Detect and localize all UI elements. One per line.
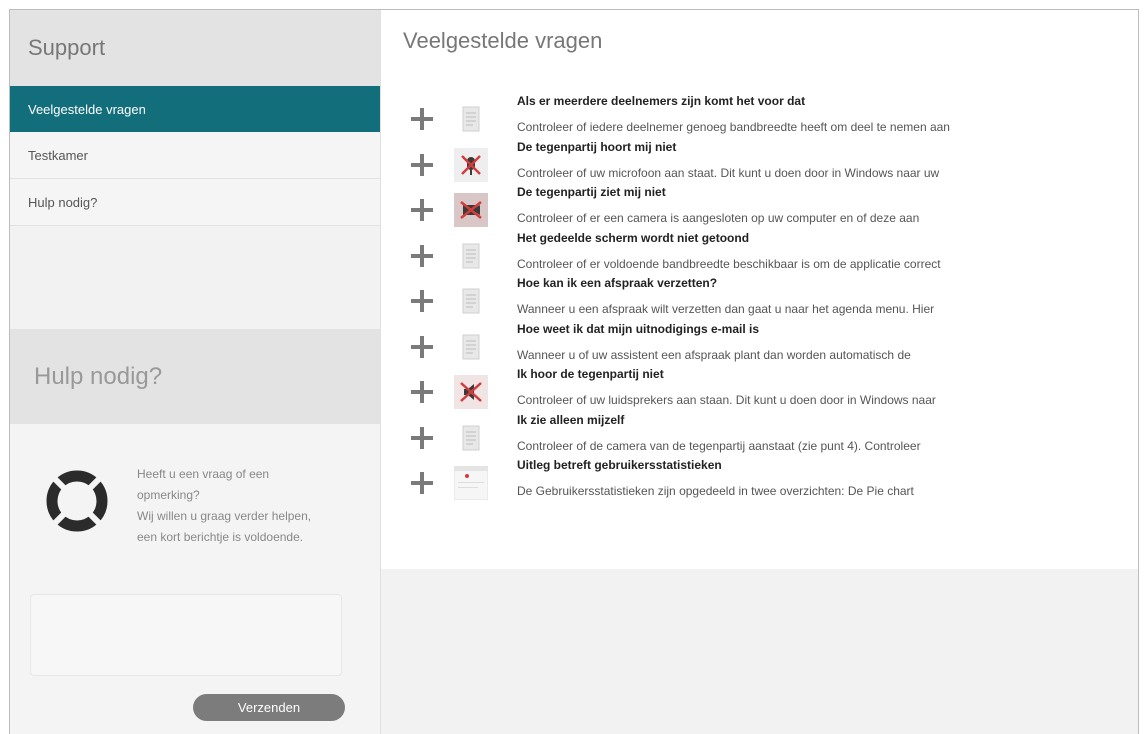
help-message: Heeft u een vraag of een opmerking? Wij … (137, 464, 372, 548)
send-button[interactable]: Verzenden (193, 694, 345, 721)
plus-icon[interactable] (411, 426, 433, 449)
muted-microphone-icon (454, 147, 488, 182)
faq-question[interactable]: Uitleg betreft gebruikersstatistieken (517, 458, 722, 472)
plus-icon[interactable] (411, 108, 433, 130)
plus-icon[interactable] (411, 244, 433, 267)
sidebar-title: Support (10, 10, 380, 86)
faq-answer-preview: Controleer of er voldoende bandbreedte b… (517, 256, 941, 271)
faq-item[interactable]: Hoe weet ik dat mijn uitnodigings e-mail… (411, 322, 1121, 368)
document-icon (462, 243, 480, 268)
lifebuoy-icon (44, 468, 110, 534)
app-frame: Support Veelgestelde vragen Testkamer Hu… (9, 9, 1139, 734)
document-icon (462, 425, 480, 450)
help-line: Wij willen u graag verder helpen, (137, 509, 312, 523)
plus-icon[interactable] (411, 335, 433, 358)
document-icon (462, 334, 480, 359)
plus-icon[interactable] (411, 290, 433, 312)
faq-item[interactable]: De tegenpartij ziet mij niet Controleer … (411, 185, 1121, 231)
message-input[interactable] (30, 594, 342, 676)
document-icon (462, 288, 480, 314)
faq-question[interactable]: Het gedeelde scherm wordt niet getoond (517, 231, 749, 245)
faq-panel: Veelgestelde vragen Als er meerdere deel… (381, 10, 1138, 569)
faq-answer-preview: Controleer of uw microfoon aan staat. Di… (517, 165, 940, 180)
faq-question[interactable]: Hoe kan ik een afspraak verzetten? (517, 276, 717, 290)
faq-answer-preview: Wanneer u of uw assistent een afspraak p… (517, 347, 911, 362)
document-icon (462, 106, 480, 132)
faq-item[interactable]: Ik hoor de tegenpartij niet Controleer o… (411, 367, 1121, 413)
faq-list: Als er meerdere deelnemers zijn komt het… (411, 94, 1121, 504)
sidebar-item-testkamer[interactable]: Testkamer (10, 132, 380, 179)
speaker-muted-icon (454, 375, 488, 409)
faq-answer-preview: De Gebruikersstatistieken zijn opgedeeld… (517, 484, 914, 498)
sidebar-nav: Veelgestelde vragen Testkamer Hulp nodig… (10, 86, 380, 226)
help-line: Heeft u een vraag of een (137, 467, 270, 481)
faq-answer-preview: Controleer of uw luidsprekers aan staan.… (517, 393, 936, 407)
sidebar: Support Veelgestelde vragen Testkamer Hu… (10, 10, 381, 734)
plus-icon[interactable] (411, 472, 433, 494)
camera-off-icon (454, 193, 488, 227)
faq-question[interactable]: Ik zie alleen mijzelf (517, 413, 624, 427)
faq-item[interactable]: Uitleg betreft gebruikersstatistieken De… (411, 458, 1121, 504)
plus-icon[interactable] (411, 199, 433, 221)
faq-answer-preview: Controleer of er een camera is aangeslot… (517, 211, 920, 225)
help-line: opmerking? (137, 488, 200, 502)
page-title: Veelgestelde vragen (403, 28, 603, 53)
faq-item[interactable]: Als er meerdere deelnemers zijn komt het… (411, 94, 1121, 140)
faq-item[interactable]: Ik zie alleen mijzelf Controleer of de c… (411, 413, 1121, 459)
faq-item[interactable]: Hoe kan ik een afspraak verzetten? Wanne… (411, 276, 1121, 322)
statistics-screenshot-icon (454, 466, 488, 500)
faq-question[interactable]: De tegenpartij ziet mij niet (517, 185, 666, 199)
help-title: Hulp nodig? (10, 329, 380, 424)
faq-question[interactable]: Als er meerdere deelnemers zijn komt het… (517, 94, 805, 108)
faq-answer-preview: Wanneer u een afspraak wilt verzetten da… (517, 302, 935, 316)
help-line: een kort berichtje is voldoende. (137, 530, 304, 544)
faq-question[interactable]: Hoe weet ik dat mijn uitnodigings e-mail… (517, 322, 759, 336)
plus-icon[interactable] (411, 381, 433, 403)
faq-answer-preview: Controleer of iedere deelnemer genoeg ba… (517, 120, 950, 134)
sidebar-item-hulp-nodig[interactable]: Hulp nodig? (10, 179, 380, 226)
help-panel: Heeft u een vraag of een opmerking? Wij … (10, 424, 380, 734)
plus-icon[interactable] (411, 153, 433, 176)
faq-answer-preview: Controleer of de camera van de tegenpart… (517, 438, 921, 453)
faq-item[interactable]: De tegenpartij hoort mij niet Controleer… (411, 140, 1121, 186)
faq-item[interactable]: Het gedeelde scherm wordt niet getoond C… (411, 231, 1121, 277)
sidebar-item-veelgestelde-vragen[interactable]: Veelgestelde vragen (10, 86, 380, 132)
faq-question[interactable]: Ik hoor de tegenpartij niet (517, 367, 664, 381)
faq-question[interactable]: De tegenpartij hoort mij niet (517, 140, 676, 154)
